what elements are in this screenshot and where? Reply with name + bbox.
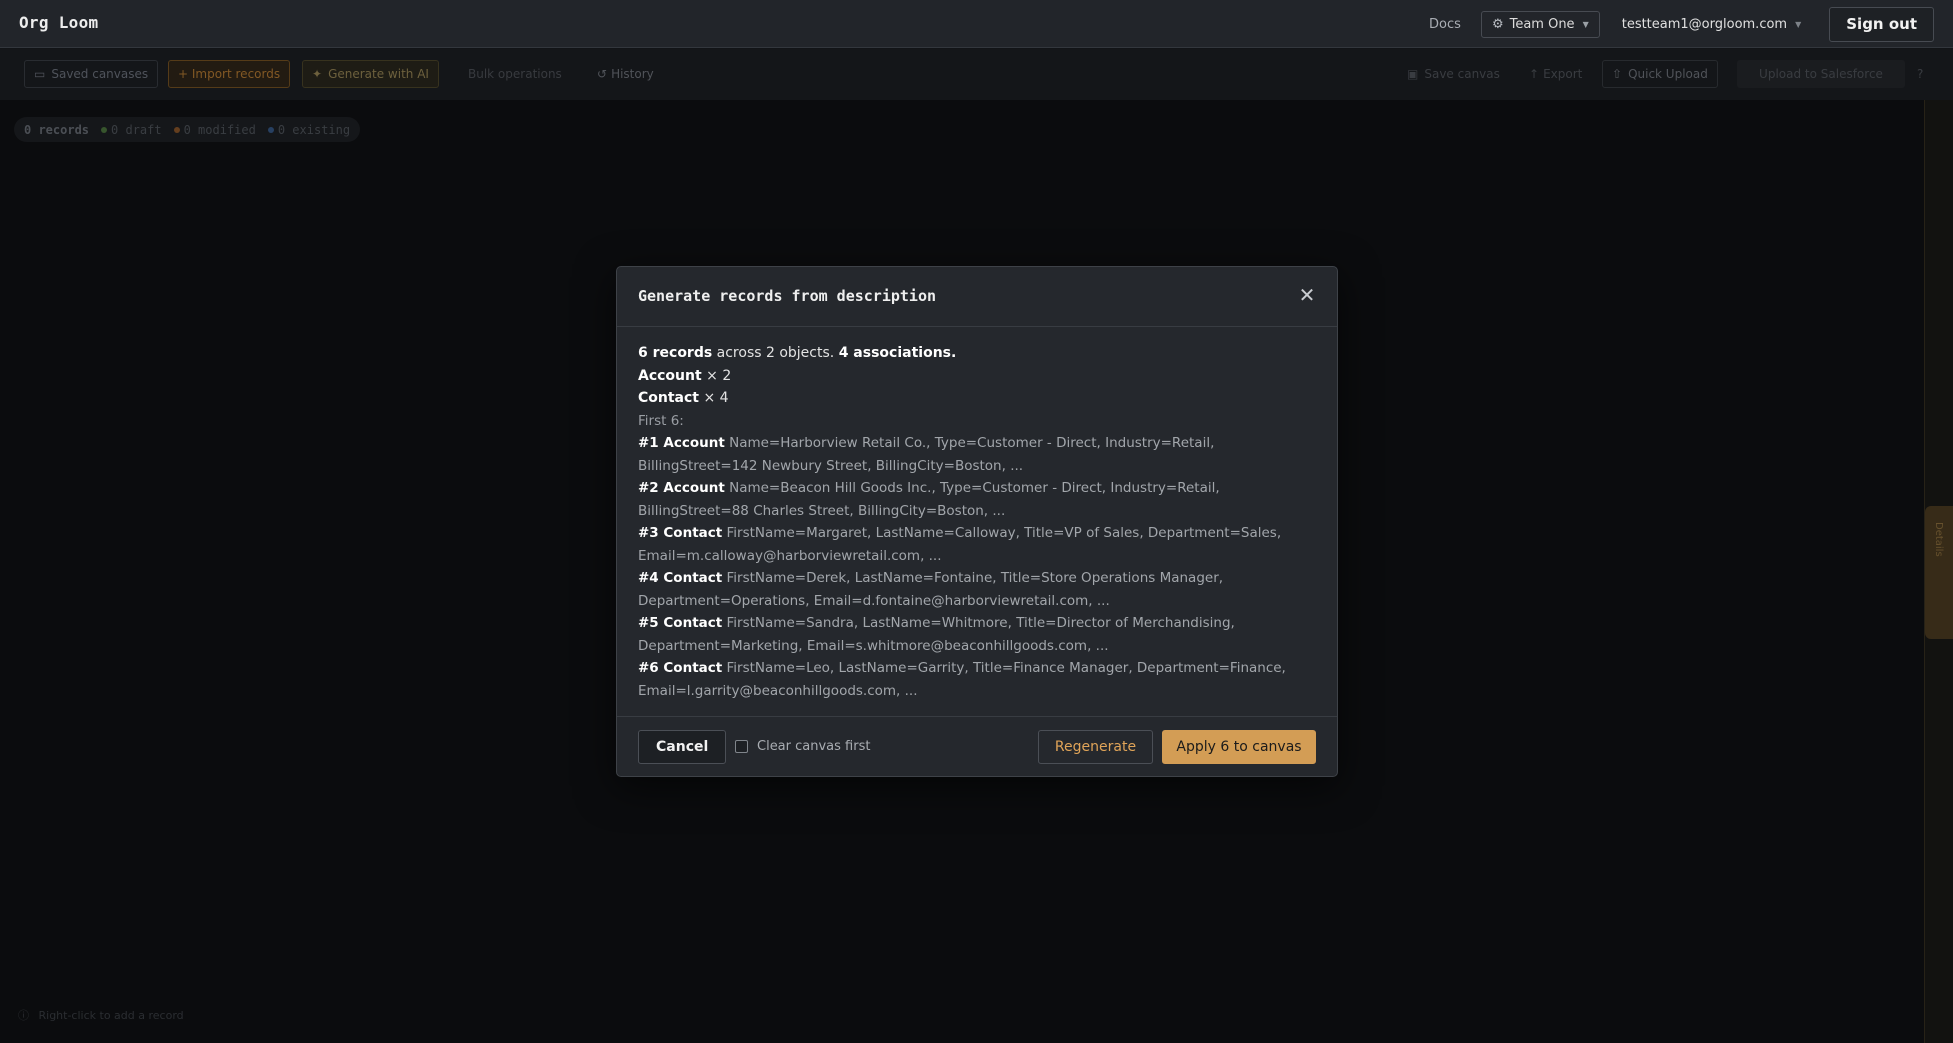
user-email: testteam1@orgloom.com — [1621, 16, 1788, 32]
team-select[interactable]: ⚙ Team One ▼ — [1480, 10, 1600, 38]
docs-link[interactable]: Docs — [1429, 17, 1461, 32]
summary-records: 6 records — [638, 345, 713, 361]
generate-records-modal: Generate records from description ✕ 6 re… — [616, 266, 1338, 777]
record-preview: #1 Account Name=Harborview Retail Co., T… — [638, 432, 1316, 477]
summary-line: 6 records across 2 objects. 4 associatio… — [638, 342, 1316, 365]
record-preview: #3 Contact FirstName=Margaret, LastName=… — [638, 522, 1316, 567]
clear-canvas-checkbox[interactable] — [735, 740, 748, 753]
record-label: #6 Contact — [638, 660, 723, 676]
top-bar: Org Loom Docs ⚙ Team One ▼ testteam1@org… — [0, 0, 1953, 48]
object-count: × 2 — [706, 367, 732, 384]
user-menu[interactable]: testteam1@orgloom.com ▼ — [1622, 17, 1802, 32]
sign-out-button[interactable]: Sign out — [1829, 6, 1934, 42]
record-label: #2 Account — [638, 480, 725, 496]
object-name: Account — [638, 367, 702, 384]
record-fields: Name=Beacon Hill Goods Inc., Type=Custom… — [638, 480, 1220, 519]
summary-associations: 4 associations. — [838, 345, 957, 361]
record-preview: #4 Contact FirstName=Derek, LastName=Fon… — [638, 567, 1316, 612]
object-name: Contact — [638, 390, 699, 406]
object-count: × 4 — [703, 390, 729, 406]
app-brand[interactable]: Org Loom — [19, 13, 98, 32]
record-fields: FirstName=Margaret, LastName=Calloway, T… — [638, 525, 1282, 564]
modal-footer: Cancel Clear canvas first Regenerate App… — [617, 716, 1337, 776]
clear-canvas-toggle[interactable]: Clear canvas first — [735, 739, 870, 754]
record-fields: FirstName=Derek, LastName=Fontaine, Titl… — [638, 570, 1224, 609]
record-preview: #2 Account Name=Beacon Hill Goods Inc., … — [638, 477, 1316, 522]
record-preview: #6 Contact FirstName=Leo, LastName=Garri… — [638, 657, 1316, 702]
record-label: #1 Account — [638, 435, 725, 451]
record-fields: Name=Harborview Retail Co., Type=Custome… — [638, 435, 1215, 474]
record-fields: FirstName=Leo, LastName=Garrity, Title=F… — [638, 660, 1286, 699]
modal-header: Generate records from description ✕ — [617, 267, 1337, 327]
summary-across: across 2 objects. — [716, 345, 835, 361]
apply-to-canvas-button[interactable]: Apply 6 to canvas — [1162, 730, 1316, 764]
modal-title: Generate records from description — [638, 287, 937, 305]
team-label: Team One — [1509, 16, 1575, 32]
regenerate-button[interactable]: Regenerate — [1038, 730, 1153, 764]
record-fields: FirstName=Sandra, LastName=Whitmore, Tit… — [638, 615, 1235, 654]
object-count-contact: Contact × 4 — [638, 387, 1316, 410]
record-label: #5 Contact — [638, 615, 723, 631]
record-preview: #5 Contact FirstName=Sandra, LastName=Wh… — [638, 612, 1316, 657]
chevron-down-icon: ▼ — [1582, 19, 1589, 29]
modal-body: 6 records across 2 objects. 4 associatio… — [617, 327, 1337, 716]
gear-icon: ⚙ — [1491, 16, 1504, 32]
record-label: #4 Contact — [638, 570, 723, 586]
clear-canvas-label: Clear canvas first — [757, 739, 871, 754]
object-count-account: Account × 2 — [638, 365, 1316, 388]
top-right-controls: Docs ⚙ Team One ▼ testteam1@orgloom.com … — [1429, 6, 1934, 42]
record-label: #3 Contact — [638, 525, 723, 541]
close-icon[interactable]: ✕ — [1295, 283, 1319, 307]
first-label: First 6: — [638, 412, 684, 429]
chevron-down-icon: ▼ — [1795, 19, 1802, 29]
cancel-button[interactable]: Cancel — [638, 730, 727, 764]
